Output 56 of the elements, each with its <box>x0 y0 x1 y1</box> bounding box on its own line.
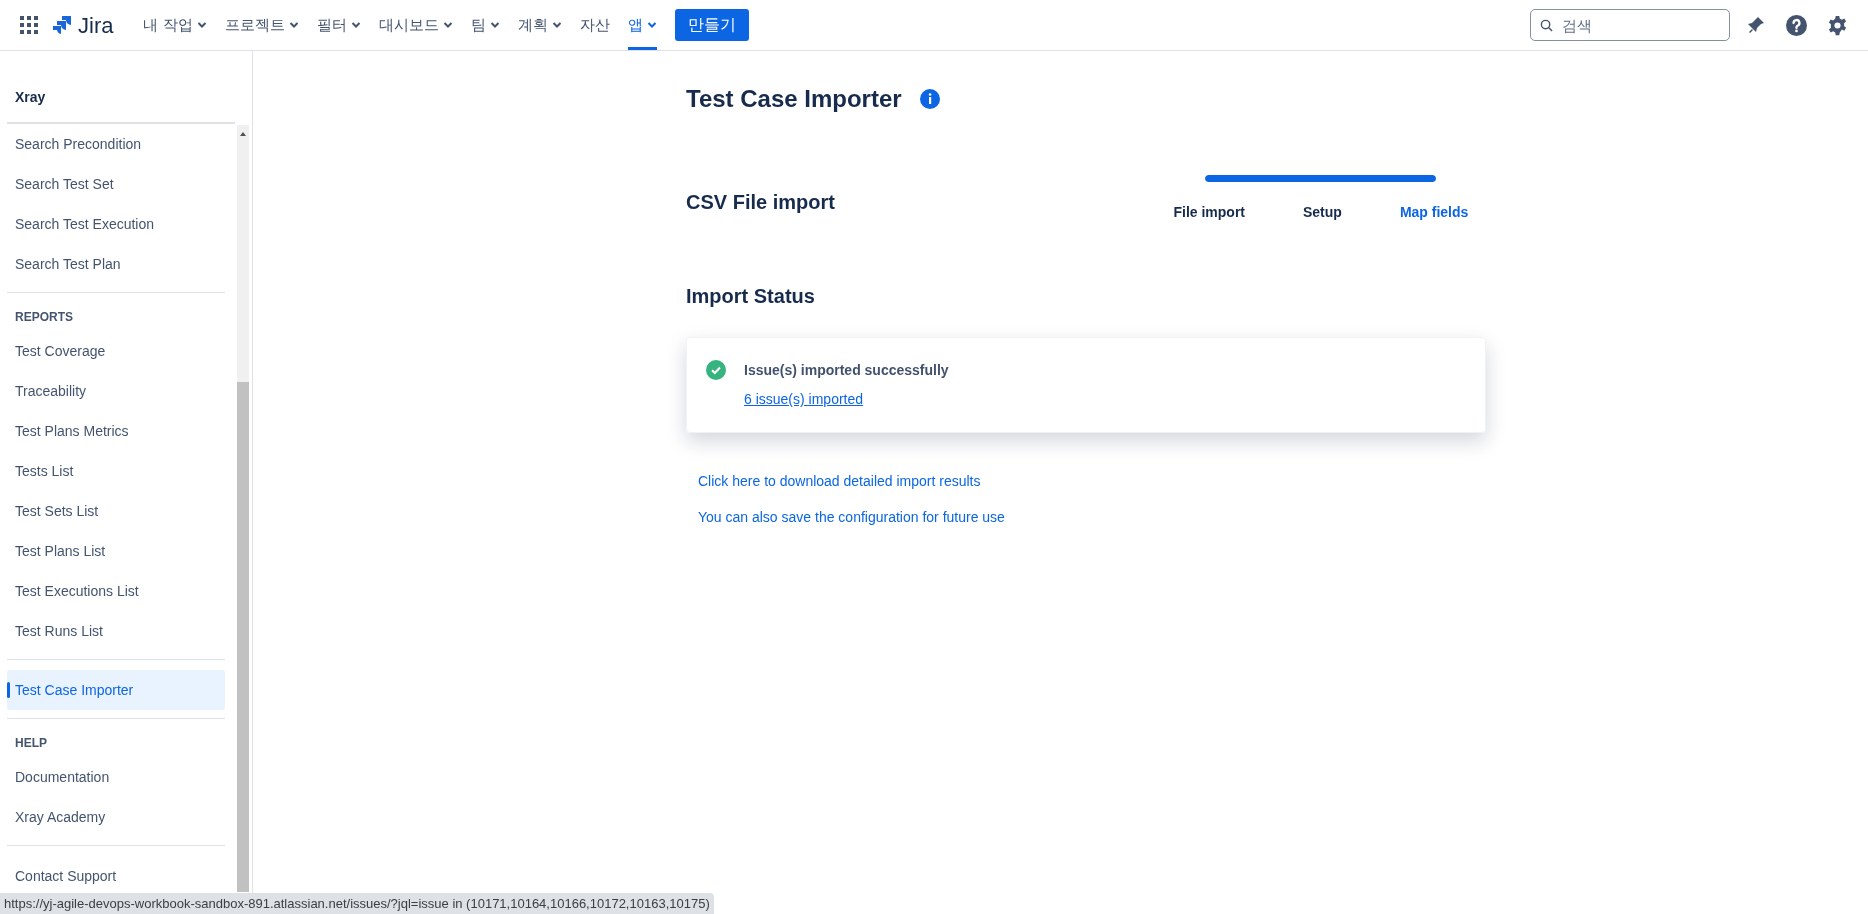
nav-menu-item[interactable]: 앱 <box>627 0 657 50</box>
nav-menu-item[interactable]: 필터 <box>316 0 361 50</box>
imported-issues-link[interactable]: 6 issue(s) imported <box>744 389 949 410</box>
scrollbar[interactable] <box>237 125 249 892</box>
search-field[interactable]: 검색 <box>1530 9 1730 41</box>
sidebar-item[interactable]: Xray Academy <box>7 797 225 837</box>
sidebar-item[interactable]: Test Case Importer <box>7 670 225 710</box>
chevron-down-icon <box>288 21 299 29</box>
create-button[interactable]: 만들기 <box>674 9 749 41</box>
chevron-down-icon <box>350 21 361 29</box>
progress-step: File import <box>1173 202 1245 223</box>
info-icon[interactable] <box>919 89 940 109</box>
sidebar-item[interactable]: Search Test Set <box>7 164 225 204</box>
logo-text[interactable]: Jira <box>78 8 114 42</box>
sidebar-item[interactable]: Test Executions List <box>7 571 225 611</box>
sidebar-item[interactable]: Test Sets List <box>7 491 225 531</box>
nav-menu-item[interactable]: 계획 <box>517 0 562 50</box>
sidebar-item[interactable]: Documentation <box>7 757 225 797</box>
sidebar-item[interactable]: Search Test Plan <box>7 244 225 284</box>
chevron-down-icon <box>646 21 657 29</box>
sidebar-item[interactable]: Search Precondition <box>7 124 225 164</box>
section-title: CSV File import <box>686 190 835 215</box>
sidebar-item[interactable]: Search Test Execution <box>7 204 225 244</box>
nav-menu-item[interactable]: 내 작업 <box>143 0 207 50</box>
text-link[interactable]: Click here to download detailed import results <box>698 471 981 492</box>
nav-menu-item[interactable]: 대시보드 <box>378 0 453 50</box>
sidebar-item[interactable]: Tests List <box>7 451 225 491</box>
app-grid-icon[interactable] <box>20 16 38 34</box>
sidebar-title: Xray <box>14 88 47 107</box>
chevron-down-icon <box>442 21 453 29</box>
text-link[interactable]: You can also save the configuration for future use <box>698 507 1005 528</box>
sidebar-item[interactable]: Test Plans List <box>7 531 225 571</box>
nav-menu-item[interactable]: 팀 <box>470 0 500 50</box>
sidebar-item[interactable]: Traceability <box>7 371 225 411</box>
search-icon <box>1540 19 1553 32</box>
chevron-down-icon <box>196 21 207 29</box>
logo-icon <box>52 15 72 35</box>
settings-icon[interactable] <box>1827 14 1848 36</box>
sidebar-item[interactable]: Test Coverage <box>7 331 225 371</box>
chevron-down-icon <box>489 21 500 29</box>
progress-step: Setup <box>1303 202 1342 223</box>
chevron-down-icon <box>551 21 562 29</box>
section-heading: REPORTS <box>14 309 74 326</box>
page-title: Test Case Importer <box>686 84 902 114</box>
nav-menu-item[interactable]: 프로젝트 <box>224 0 299 50</box>
success-check-icon <box>706 360 726 380</box>
progress-step: Map fields <box>1399 202 1469 223</box>
help-icon[interactable] <box>1786 14 1807 36</box>
status-message: Issue(s) imported successfully <box>744 361 949 380</box>
nav-menu-item[interactable]: 자산 <box>579 0 610 50</box>
sidebar-item[interactable]: Test Runs List <box>7 611 225 651</box>
url-status-bar: https://yj-agile-devops-workbook-sandbox-891.atlassian.net/issues/?jql=issue in (10171,10164,10166,10172,10163,10175) <box>0 893 714 914</box>
section-title: Import Status <box>686 284 816 309</box>
section-heading: HELP <box>14 735 48 752</box>
sidebar-item[interactable]: Test Plans Metrics <box>7 411 225 451</box>
sidebar-item[interactable]: Contact Support <box>7 856 225 896</box>
